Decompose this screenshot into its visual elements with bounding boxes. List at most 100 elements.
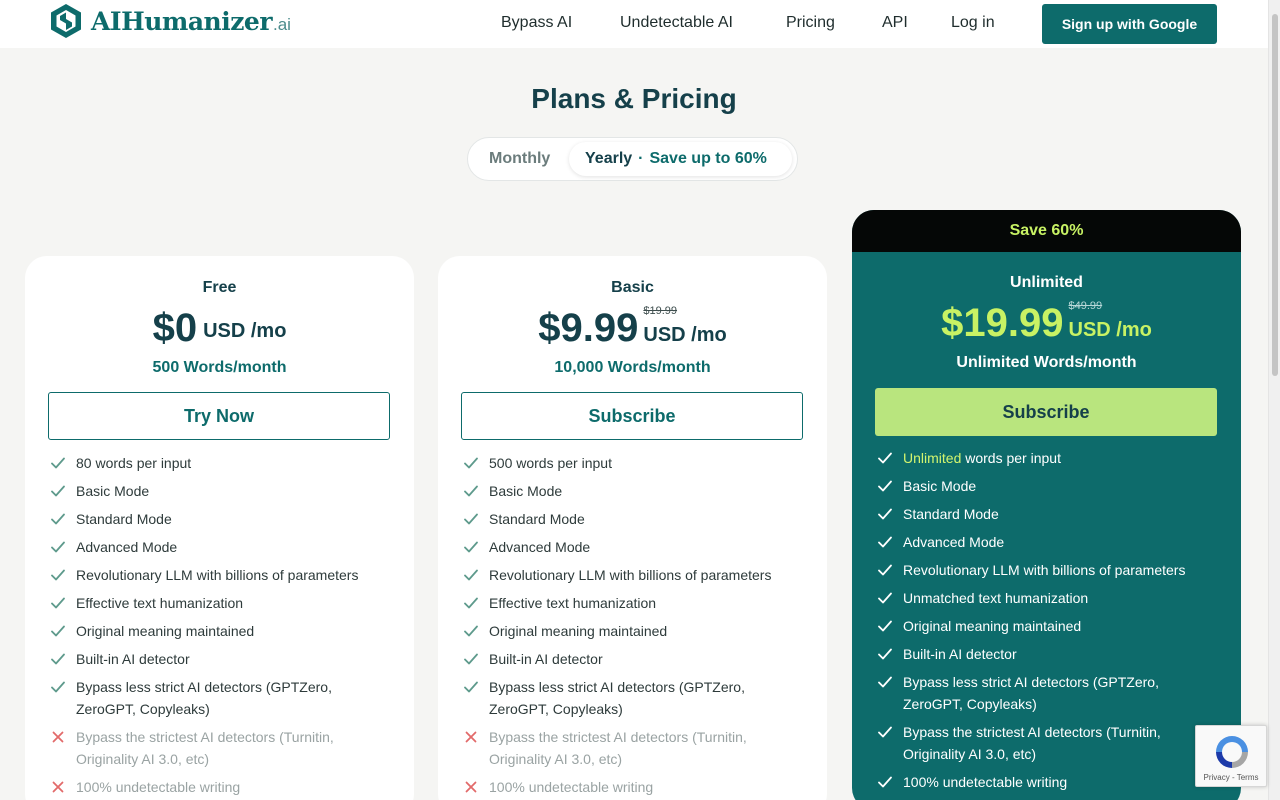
check-icon	[50, 452, 66, 474]
check-icon	[463, 480, 479, 502]
check-icon	[50, 480, 66, 502]
feature-text: Revolutionary LLM with billions of param…	[76, 567, 359, 583]
nav-pricing[interactable]: Pricing	[786, 14, 835, 32]
feature-text: Built-in AI detector	[903, 646, 1017, 662]
check-icon	[463, 592, 479, 614]
words-quota: 10,000 Words/month	[554, 359, 711, 376]
plan-name: Free	[202, 279, 237, 296]
feature-text: Advanced Mode	[489, 539, 591, 555]
feature-text: Advanced Mode	[76, 539, 178, 555]
words-quota: Unlimited Words/month	[956, 354, 1137, 371]
nav-undetectable-ai[interactable]: Undetectable AI	[620, 14, 733, 32]
signup-google-button[interactable]: Sign up with Google	[1042, 4, 1217, 44]
plan-price: $19.99	[941, 301, 1064, 345]
feature-text: 500 words per input	[489, 455, 612, 471]
check-icon	[877, 503, 893, 525]
words-quota: 500 Words/month	[152, 359, 287, 376]
check-icon	[463, 508, 479, 530]
price-unit: USD /mo	[203, 320, 287, 342]
feature-text: Standard Mode	[489, 511, 585, 527]
page-title: Plans & Pricing	[531, 83, 737, 114]
check-icon	[463, 676, 479, 698]
recaptcha-badge[interactable]: Privacy - Terms	[1195, 725, 1267, 787]
feature-text: 80 words per input	[76, 455, 192, 471]
check-icon	[50, 676, 66, 698]
check-icon	[50, 508, 66, 530]
feature-item: Revolutionary LLM with billions of param…	[463, 564, 803, 586]
feature-text: Unmatched text humanization	[903, 590, 1089, 606]
feature-item: Bypass less strict AI detectors (GPTZero…	[50, 676, 390, 720]
plan-card-free: Free $0 USD /mo 500 Words/month Try Now …	[25, 256, 414, 800]
feature-text: Original meaning maintained	[903, 618, 1082, 634]
subscribe-unlimited-button[interactable]: Subscribe	[875, 388, 1217, 436]
check-icon	[463, 648, 479, 670]
feature-item: Effective text humanization	[50, 592, 390, 614]
old-price: $19.99	[643, 305, 678, 317]
feature-text: Bypass the strictest AI detectors (Turni…	[489, 729, 747, 767]
feature-text: Standard Mode	[76, 511, 172, 527]
feature-item: Basic Mode	[50, 480, 390, 502]
check-icon	[50, 648, 66, 670]
feature-item: Advanced Mode	[463, 536, 803, 558]
yearly-text: Yearly	[585, 150, 633, 167]
feature-text: Unlimited words per input	[903, 447, 1061, 469]
toggle-yearly[interactable]: Yearly · Save up to 60%	[569, 142, 792, 176]
feature-text: Effective text humanization	[489, 595, 657, 611]
scrollbar-thumb[interactable]	[1272, 14, 1278, 376]
feature-item: Bypass the strictest AI detectors (Turni…	[50, 726, 390, 770]
feature-text: Standard Mode	[903, 506, 999, 522]
feature-item: Advanced Mode	[877, 531, 1217, 553]
check-icon	[463, 536, 479, 558]
plan-card-unlimited: Save 60% Unlimited $19.99 $49.99 USD /mo…	[852, 210, 1241, 800]
feature-item: Built-in AI detector	[50, 648, 390, 670]
check-icon	[877, 587, 893, 609]
check-icon	[877, 671, 893, 693]
try-now-button[interactable]: Try Now	[48, 392, 390, 440]
logo-icon	[51, 4, 81, 38]
toggle-monthly[interactable]: Monthly	[489, 150, 550, 168]
nav-bypass-ai[interactable]: Bypass AI	[501, 14, 572, 32]
scrollbar[interactable]	[1268, 0, 1280, 800]
price-meta: $19.99 USD /mo	[643, 305, 726, 347]
price-meta: $49.99 USD /mo	[1069, 300, 1152, 342]
check-icon	[50, 592, 66, 614]
plan-name: Basic	[611, 279, 654, 296]
plan-price: $9.99	[538, 306, 639, 350]
feature-item: Basic Mode	[463, 480, 803, 502]
feature-text: Bypass less strict AI detectors (GPTZero…	[903, 674, 1159, 712]
feature-text-rest: words per input	[961, 450, 1061, 466]
feature-item: Unmatched text humanization	[877, 587, 1217, 609]
price-row: $0 USD /mo	[25, 303, 414, 353]
feature-item: 100% undetectable writing	[50, 776, 390, 798]
toggle-separator: ·	[638, 150, 644, 167]
nav-api[interactable]: API	[882, 14, 908, 32]
feature-item: Effective text humanization	[463, 592, 803, 614]
nav-login[interactable]: Log in	[951, 14, 995, 32]
feature-item: Unlimited words per input	[877, 447, 1217, 469]
plan-price: $0	[152, 306, 198, 350]
site-header: AIHumanizer .ai Bypass AI Undetectable A…	[0, 0, 1268, 48]
recaptcha-links[interactable]: Privacy - Terms	[1196, 773, 1266, 782]
subscribe-basic-button[interactable]: Subscribe	[461, 392, 803, 440]
feature-item: Original meaning maintained	[50, 620, 390, 642]
check-icon	[463, 564, 479, 586]
check-icon	[877, 721, 893, 743]
recaptcha-icon	[1216, 736, 1248, 768]
feature-list: 80 words per input Basic Mode Standard Mod…	[50, 452, 390, 800]
feature-text: Built-in AI detector	[489, 651, 603, 667]
feature-item: Advanced Mode	[50, 536, 390, 558]
check-icon	[877, 643, 893, 665]
feature-text: Basic Mode	[489, 483, 563, 499]
feature-item: Basic Mode	[877, 475, 1217, 497]
logo-suffix: .ai	[273, 14, 291, 34]
price-row: $19.99 $49.99 USD /mo	[852, 298, 1241, 348]
check-icon	[877, 615, 893, 637]
price-row: $9.99 $19.99 USD /mo	[438, 303, 827, 353]
price-unit: USD /mo	[643, 324, 727, 346]
feature-item: Original meaning maintained	[463, 620, 803, 642]
logo[interactable]: AIHumanizer .ai	[49, 3, 291, 39]
feature-item: Revolutionary LLM with billions of param…	[877, 559, 1217, 581]
cross-icon	[463, 776, 479, 798]
feature-list: Unlimited words per input Basic Mode Stand…	[877, 447, 1217, 799]
check-icon	[50, 620, 66, 642]
